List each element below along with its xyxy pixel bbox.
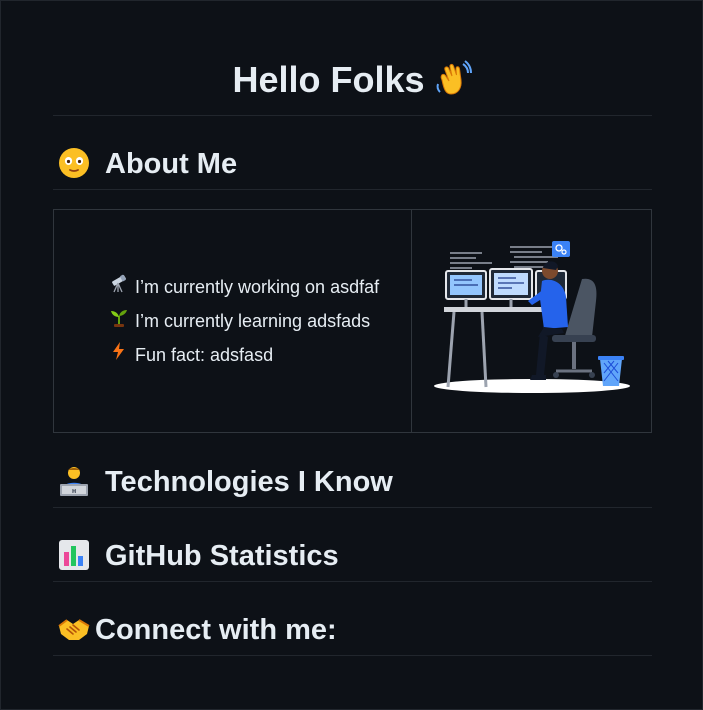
fact-fun: Fun fact: adsfasd — [135, 345, 274, 365]
page-title: Hello Folks — [53, 56, 652, 116]
connect-heading-text: Connect with me: — [95, 614, 337, 646]
list-item: Fun fact: adsfasd — [109, 340, 411, 370]
about-illustration-cell — [411, 209, 652, 433]
about-facts-list: I’m currently working on asdfaf I’m curr… — [54, 272, 411, 370]
about-heading: About Me — [53, 144, 652, 190]
technologies-heading-text: Technologies I Know — [105, 466, 393, 498]
technologies-heading: H Technologies I Know — [53, 462, 652, 508]
connect-heading: Connect with me: — [53, 610, 652, 656]
handshake-icon — [57, 612, 93, 648]
list-item: I’m currently learning adsfads — [109, 306, 411, 336]
page-title-text: Hello Folks — [232, 59, 425, 100]
github-stats-heading-text: GitHub Statistics — [105, 540, 339, 572]
bar-chart-icon — [57, 538, 93, 574]
waving-hand-icon — [433, 58, 473, 107]
fact-learning: I’m currently learning adsfads — [135, 311, 371, 331]
developer-at-desk-illustration — [433, 241, 630, 393]
fact-working-on: I’m currently working on asdfaf — [135, 277, 380, 297]
seedling-icon — [109, 306, 135, 336]
about-facts-cell: I’m currently working on asdfaf I’m curr… — [52, 209, 413, 433]
technologist-icon: H — [57, 464, 93, 500]
list-item: I’m currently working on asdfaf — [109, 272, 411, 302]
about-table: I’m currently working on asdfaf I’m curr… — [52, 209, 652, 433]
smiling-face-icon — [57, 146, 93, 182]
svg-text:H: H — [72, 489, 76, 495]
lightning-icon — [109, 340, 135, 370]
github-stats-heading: GitHub Statistics — [53, 536, 652, 582]
telescope-icon — [109, 272, 135, 302]
about-heading-text: About Me — [105, 148, 238, 180]
